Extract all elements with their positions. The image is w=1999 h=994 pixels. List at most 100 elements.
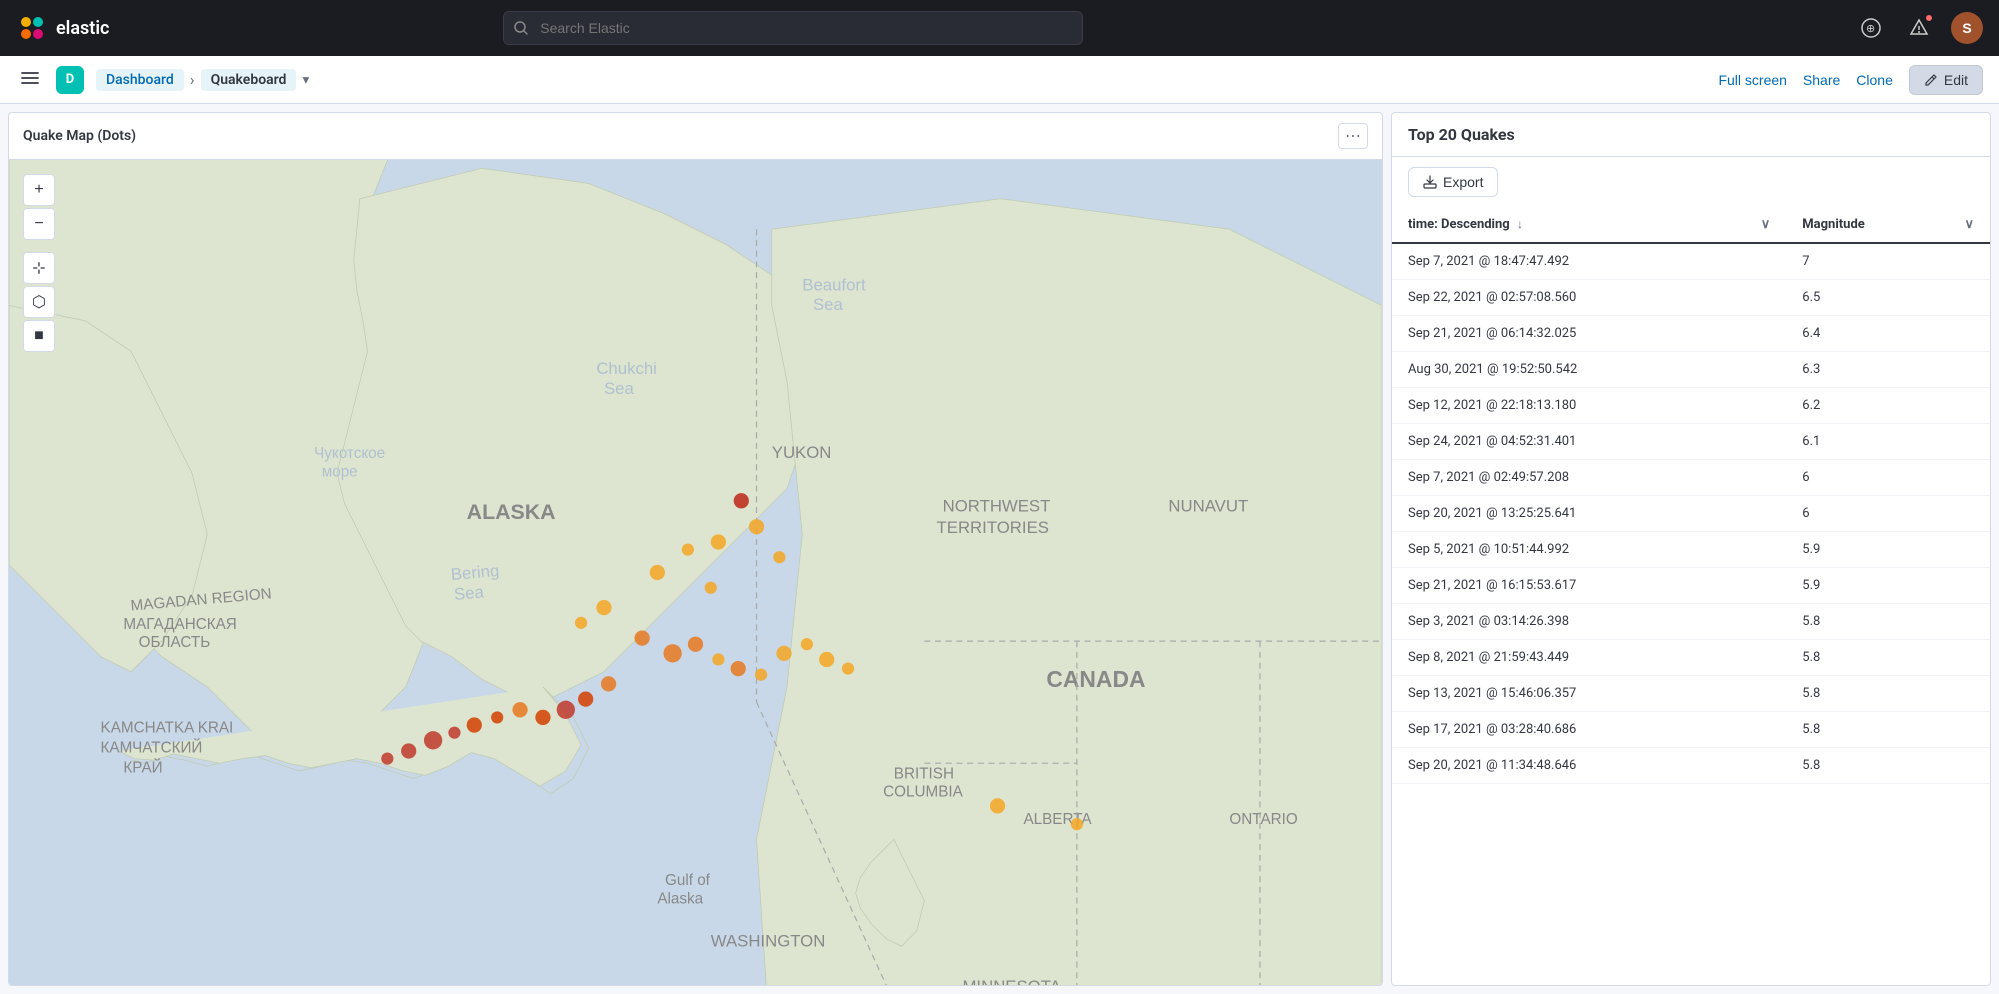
time-column-label: time: Descending xyxy=(1408,217,1510,232)
hamburger-button[interactable] xyxy=(16,64,44,95)
export-icon xyxy=(1423,175,1437,189)
map-panel: Quake Map (Dots) ⋯ + − ⊹ ⬡ ■ xyxy=(8,112,1383,986)
magnitude-cell: 6.1 xyxy=(1786,424,1990,460)
table-row[interactable]: Sep 12, 2021 @ 22:18:13.1806.2 xyxy=(1392,388,1990,424)
edit-button[interactable]: Edit xyxy=(1909,65,1983,95)
time-cell: Sep 8, 2021 @ 21:59:43.449 xyxy=(1392,640,1786,676)
breadcrumb: Dashboard › Quakeboard ▾ xyxy=(96,69,309,91)
magnitude-cell: 6.5 xyxy=(1786,280,1990,316)
time-cell: Sep 12, 2021 @ 22:18:13.180 xyxy=(1392,388,1786,424)
map-panel-title: Quake Map (Dots) xyxy=(23,128,136,144)
svg-text:МАГАДАНСКАЯ: МАГАДАНСКАЯ xyxy=(123,616,236,633)
right-panel-title: Top 20 Quakes xyxy=(1392,113,1990,157)
map-toolbar: + − ⊹ ⬡ ■ xyxy=(23,174,55,352)
table-row[interactable]: Sep 20, 2021 @ 11:34:48.6465.8 xyxy=(1392,748,1990,784)
table-row[interactable]: Sep 3, 2021 @ 03:14:26.3985.8 xyxy=(1392,604,1990,640)
elastic-logo-icon xyxy=(16,12,48,44)
quakes-table: time: Descending ↓ ∨ Magnitude ∨ Sep 7, … xyxy=(1392,207,1990,985)
table-row[interactable]: Sep 7, 2021 @ 18:47:47.4927 xyxy=(1392,243,1990,280)
table-row[interactable]: Sep 21, 2021 @ 16:15:53.6175.9 xyxy=(1392,568,1990,604)
zoom-in-button[interactable]: + xyxy=(23,174,55,206)
polygon-tool-button[interactable]: ⬡ xyxy=(23,286,55,318)
alert-badge xyxy=(1925,14,1933,22)
table-body: Sep 7, 2021 @ 18:47:47.4927Sep 22, 2021 … xyxy=(1392,243,1990,784)
time-cell: Sep 13, 2021 @ 15:46:06.357 xyxy=(1392,676,1786,712)
search-bar-container xyxy=(503,11,1083,45)
zoom-out-button[interactable]: − xyxy=(23,208,55,240)
clone-button[interactable]: Clone xyxy=(1856,72,1893,88)
select-tool-button[interactable]: ⊹ xyxy=(23,252,55,284)
notifications-button[interactable]: ⊕ xyxy=(1855,12,1887,44)
time-cell: Sep 3, 2021 @ 03:14:26.398 xyxy=(1392,604,1786,640)
nav-actions: Full screen Share Clone Edit xyxy=(1718,65,1983,95)
bell-icon: ⊕ xyxy=(1861,18,1881,38)
search-icon xyxy=(513,20,529,36)
map-svg: MAGADAN REGION МАГАДАНСКАЯ ОБЛАСТЬ KAMCH… xyxy=(9,160,1382,985)
table-row[interactable]: Sep 7, 2021 @ 02:49:57.2086 xyxy=(1392,460,1990,496)
svg-text:KAMCHATKA KRAI: KAMCHATKA KRAI xyxy=(101,720,234,737)
export-button[interactable]: Export xyxy=(1408,167,1498,197)
time-cell: Sep 7, 2021 @ 02:49:57.208 xyxy=(1392,460,1786,496)
right-panel: Top 20 Quakes Export time: Descending ↓ … xyxy=(1391,112,1991,986)
nav-right: ⊕ S xyxy=(1855,12,1983,44)
table-row[interactable]: Aug 30, 2021 @ 19:52:50.5426.3 xyxy=(1392,352,1990,388)
magnitude-cell: 5.8 xyxy=(1786,712,1990,748)
map-container: + − ⊹ ⬡ ■ xyxy=(9,160,1382,985)
time-cell: Sep 21, 2021 @ 16:15:53.617 xyxy=(1392,568,1786,604)
top-nav: elastic ⊕ S xyxy=(0,0,1999,56)
alerts-button[interactable] xyxy=(1903,12,1935,44)
search-input[interactable] xyxy=(503,11,1083,45)
table-row[interactable]: Sep 13, 2021 @ 15:46:06.3575.8 xyxy=(1392,676,1990,712)
user-avatar-button[interactable]: S xyxy=(1951,12,1983,44)
table-row[interactable]: Sep 24, 2021 @ 04:52:31.4016.1 xyxy=(1392,424,1990,460)
svg-text:NUNAVUT: NUNAVUT xyxy=(1168,496,1248,515)
svg-text:КАМЧАТСКИЙ: КАМЧАТСКИЙ xyxy=(101,739,203,757)
time-cell: Sep 20, 2021 @ 13:25:25.641 xyxy=(1392,496,1786,532)
magnitude-cell: 5.9 xyxy=(1786,532,1990,568)
table-row[interactable]: Sep 22, 2021 @ 02:57:08.5606.5 xyxy=(1392,280,1990,316)
table-row[interactable]: Sep 21, 2021 @ 06:14:32.0256.4 xyxy=(1392,316,1990,352)
svg-text:Chukchi: Chukchi xyxy=(596,359,657,378)
svg-text:Sea: Sea xyxy=(453,582,485,604)
magnitude-column-header[interactable]: Magnitude ∨ xyxy=(1786,207,1990,243)
time-column-chevron[interactable]: ∨ xyxy=(1761,217,1771,232)
svg-text:ОБЛАСТЬ: ОБЛАСТЬ xyxy=(139,634,211,651)
svg-text:Beaufort: Beaufort xyxy=(802,275,866,294)
table-row[interactable]: Sep 8, 2021 @ 21:59:43.4495.8 xyxy=(1392,640,1990,676)
elastic-logo: elastic xyxy=(16,12,109,44)
time-sort-icon: ↓ xyxy=(1517,217,1523,231)
main-content: Quake Map (Dots) ⋯ + − ⊹ ⬡ ■ xyxy=(0,104,1999,994)
magnitude-cell: 7 xyxy=(1786,243,1990,280)
breadcrumb-current: Quakeboard xyxy=(201,69,297,91)
time-column-header[interactable]: time: Descending ↓ ∨ xyxy=(1392,207,1786,243)
map-options-button[interactable]: ⋯ xyxy=(1338,123,1368,149)
share-button[interactable]: Share xyxy=(1803,72,1840,88)
breadcrumb-dashboard[interactable]: Dashboard xyxy=(96,69,184,91)
svg-text:Alaska: Alaska xyxy=(657,891,703,908)
magnitude-cell: 5.8 xyxy=(1786,640,1990,676)
svg-text:NORTHWEST: NORTHWEST xyxy=(943,496,1051,515)
magnitude-cell: 6 xyxy=(1786,496,1990,532)
table-row[interactable]: Sep 20, 2021 @ 13:25:25.6416 xyxy=(1392,496,1990,532)
table-row[interactable]: Sep 17, 2021 @ 03:28:40.6865.8 xyxy=(1392,712,1990,748)
breadcrumb-chevron-button[interactable]: ▾ xyxy=(302,72,309,88)
svg-text:Gulf of: Gulf of xyxy=(665,872,711,889)
magnitude-cell: 6.4 xyxy=(1786,316,1990,352)
magnitude-cell: 5.9 xyxy=(1786,568,1990,604)
magnitude-column-chevron[interactable]: ∨ xyxy=(1964,217,1974,232)
magnitude-cell: 5.8 xyxy=(1786,748,1990,784)
magnitude-cell: 6 xyxy=(1786,460,1990,496)
fullscreen-button[interactable]: Full screen xyxy=(1718,72,1786,88)
svg-text:MINNESOTA: MINNESOTA xyxy=(962,977,1061,985)
svg-text:COLUMBIA: COLUMBIA xyxy=(883,784,963,801)
svg-text:Sea: Sea xyxy=(813,295,844,314)
svg-text:BRITISH: BRITISH xyxy=(894,765,954,782)
table-row[interactable]: Sep 5, 2021 @ 10:51:44.9925.9 xyxy=(1392,532,1990,568)
time-cell: Sep 5, 2021 @ 10:51:44.992 xyxy=(1392,532,1786,568)
rectangle-tool-button[interactable]: ■ xyxy=(23,320,55,352)
svg-text:⊕: ⊕ xyxy=(1866,23,1875,35)
time-cell: Sep 17, 2021 @ 03:28:40.686 xyxy=(1392,712,1786,748)
svg-text:WASHINGTON: WASHINGTON xyxy=(711,931,826,950)
svg-text:Чукотское: Чукотское xyxy=(314,445,385,462)
magnitude-cell: 6.3 xyxy=(1786,352,1990,388)
